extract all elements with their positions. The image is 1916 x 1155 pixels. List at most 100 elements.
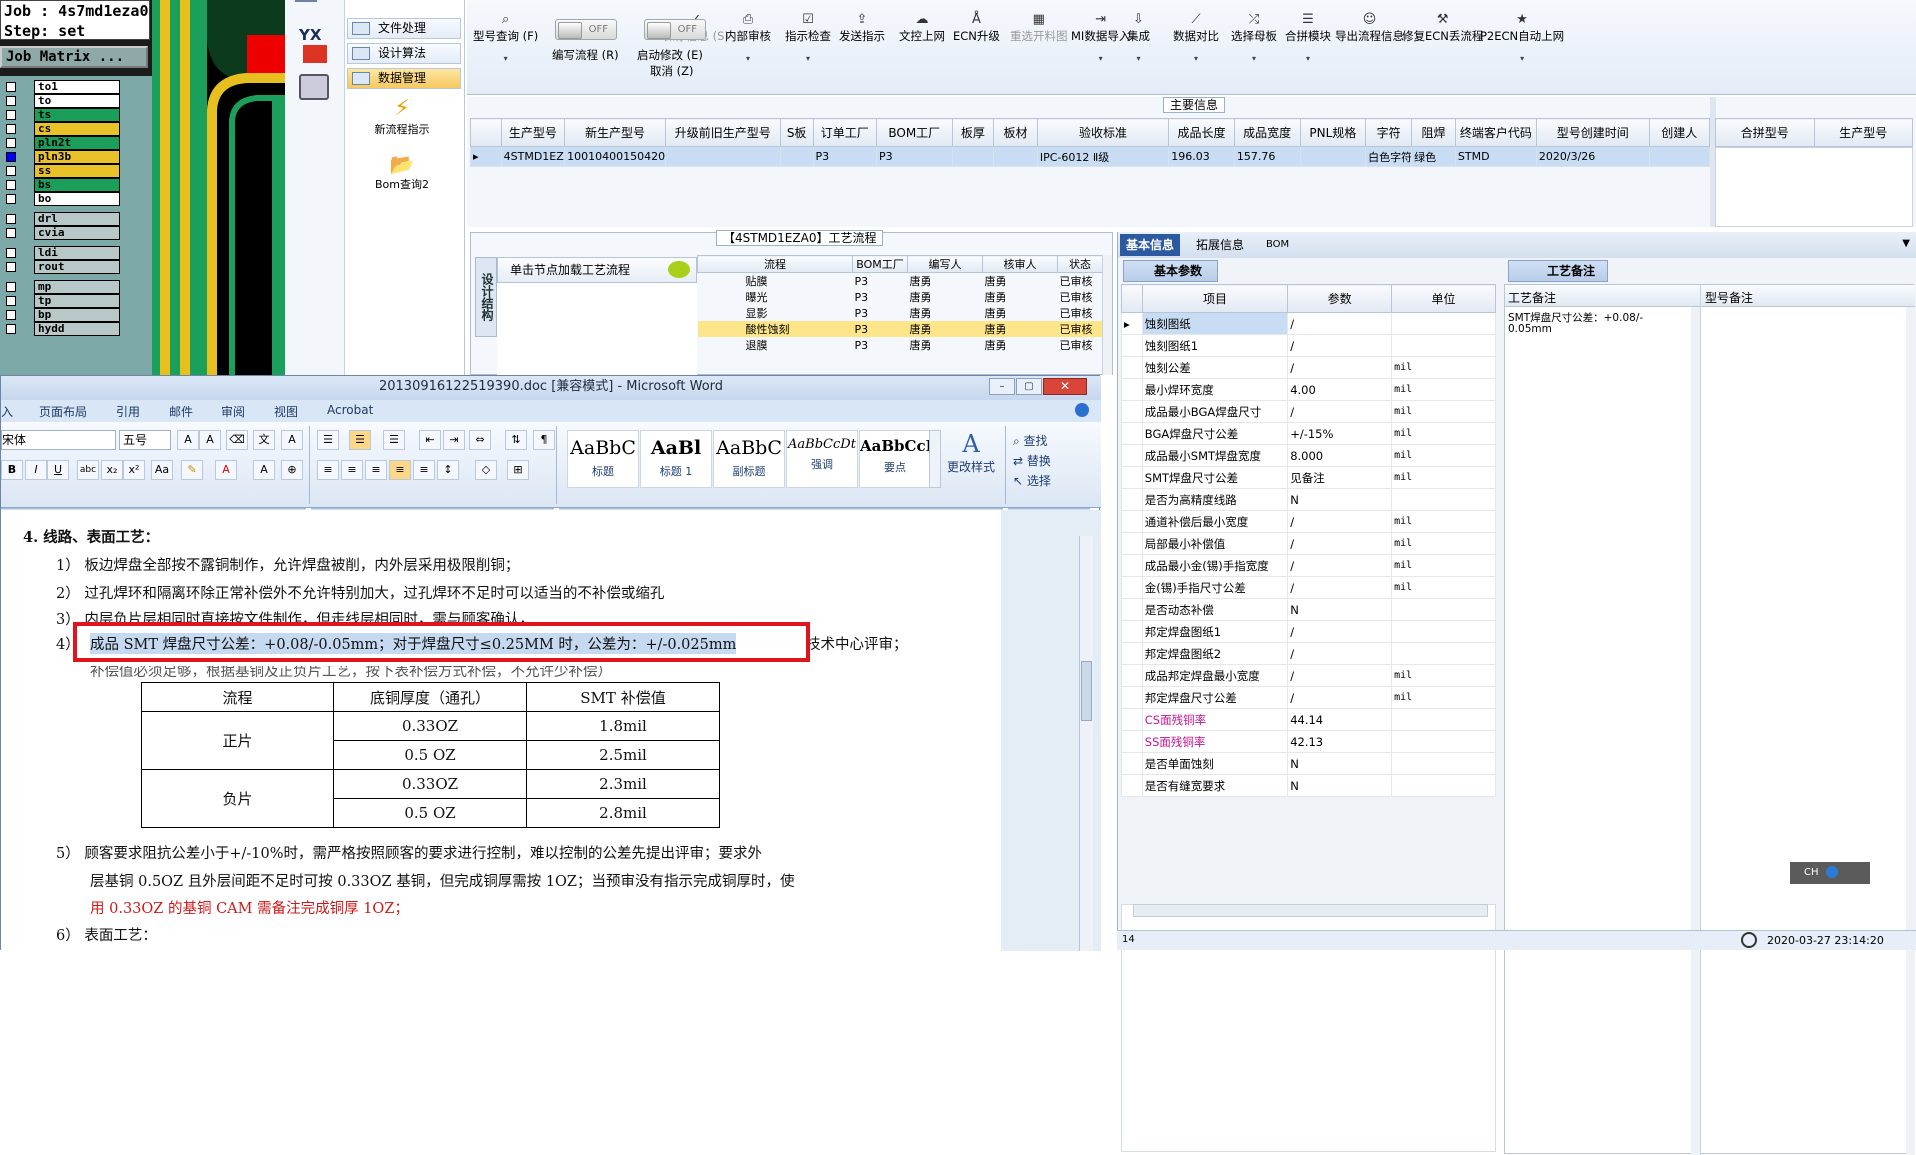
font-name-select[interactable]: 宋体 [1, 430, 116, 450]
main-info-col-header[interactable]: 型号创建时间 [1535, 118, 1650, 147]
layer-checkbox[interactable] [6, 324, 16, 334]
minimize-button[interactable]: – [989, 378, 1015, 395]
param-row[interactable]: 邦定焊盘尺寸公差 / mil [1121, 686, 1496, 709]
param-row[interactable]: 金(锡)手指尺寸公差 / mil [1121, 576, 1496, 599]
borders-icon[interactable]: ⊞ [507, 460, 529, 480]
sort-icon[interactable]: ⇅ [505, 430, 527, 450]
param-row[interactable]: 成品最小SMT焊盘宽度 8.000 mil [1121, 444, 1496, 467]
doc-scroll-thumb[interactable] [1081, 661, 1092, 721]
main-info-cell[interactable]: 10010400150420 [564, 146, 666, 167]
param-value[interactable]: / [1287, 664, 1393, 687]
layer-row[interactable]: to1 [0, 80, 152, 94]
new-flow-button[interactable]: ⚡ 新流程指示 [347, 96, 457, 137]
tab-insert[interactable]: 入 [1, 403, 13, 420]
style-preset[interactable]: AaBl 标题 1 [640, 430, 712, 488]
layer-checkbox[interactable] [6, 296, 16, 306]
distributed-align-icon[interactable]: ≡ [413, 460, 435, 480]
process-col-header[interactable]: 核审人 [982, 255, 1058, 273]
justify-icon[interactable]: ≡ [389, 460, 411, 480]
toolbar-button[interactable]: Å ECN升级 [953, 12, 1000, 44]
main-info-col-header[interactable]: 板厚 [951, 118, 995, 147]
layer-checkbox[interactable] [6, 228, 16, 238]
param-value[interactable]: N [1287, 774, 1393, 797]
chevron-down-icon[interactable]: ▼ [1902, 238, 1910, 249]
main-info-col-header[interactable]: 生产型号 [500, 118, 566, 147]
layer-checkbox[interactable] [6, 214, 16, 224]
param-row[interactable]: 成品邦定焊盘最小宽度 / mil [1121, 664, 1496, 687]
dropdown-arrow-icon[interactable]: ▾ [1285, 54, 1331, 63]
enclose-char-icon[interactable]: ⊕ [281, 460, 303, 480]
clear-format-icon[interactable]: ⌫ [226, 430, 248, 450]
main-info-col-header[interactable]: BOM工厂 [876, 118, 953, 147]
main-info-col-header[interactable]: 字符 [1365, 118, 1413, 147]
layer-row[interactable]: hydd [0, 322, 152, 336]
process-col-header[interactable]: 流程 [697, 255, 853, 273]
param-value[interactable]: N [1287, 488, 1393, 511]
main-info-cell[interactable]: 157.76 [1233, 146, 1301, 167]
layer-row[interactable]: cvia [0, 226, 152, 240]
param-value[interactable]: 44.14 [1287, 708, 1393, 731]
shrink-font-icon[interactable]: A [199, 430, 221, 450]
process-row[interactable]: 曝光 P3 唐勇 唐勇 已审核 [698, 289, 1103, 305]
layer-row[interactable]: bo [0, 192, 152, 206]
param-value[interactable]: / [1287, 356, 1393, 379]
toolbar-button[interactable]: ⌕ 型号查询 (F) ▾ [473, 12, 538, 63]
ime-bar[interactable]: CH [1790, 862, 1870, 884]
design-structure-tab[interactable]: 设计结构 [475, 257, 497, 337]
bullets-icon[interactable]: ☰ [317, 430, 339, 450]
tab-review[interactable]: 审阅 [221, 403, 245, 420]
toolbar-button[interactable]: ⇥ MI数据导入 ▾ [1071, 12, 1130, 63]
param-row[interactable]: 局部最小补偿值 / mil [1121, 532, 1496, 555]
toolbar-button[interactable]: ▦ 重选开料图 [1010, 12, 1068, 44]
tree-item-data[interactable]: 数据管理 [347, 68, 461, 89]
distribute-icon[interactable]: ⇔ [469, 430, 491, 450]
main-info-col-header[interactable]: 升级前旧生产型号 [664, 118, 781, 147]
param-row[interactable]: 蚀刻公差 / mil [1121, 356, 1496, 379]
main-info-cell[interactable] [951, 146, 995, 167]
layer-row[interactable]: to [0, 94, 152, 108]
phonetic-icon[interactable]: 文 [253, 430, 275, 450]
layer-checkbox[interactable] [6, 194, 16, 204]
layer-checkbox[interactable] [6, 152, 16, 162]
bom-query-button[interactable]: 📂 Bom查询2 [347, 152, 457, 192]
param-row[interactable]: ▸ 蚀刻图纸 / [1121, 312, 1496, 335]
tab-references[interactable]: 引用 [116, 403, 140, 420]
param-hscrollbar[interactable] [1133, 904, 1488, 917]
style-preset[interactable]: AaBbCcDt 强调 [786, 430, 858, 488]
main-info-col-header[interactable]: 终端客户代码 [1454, 118, 1537, 147]
multilevel-list-icon[interactable]: ☰ [383, 430, 405, 450]
main-info-cell[interactable]: 2020/3/26 [1535, 146, 1650, 167]
process-row[interactable]: 酸性蚀刻 P3 唐勇 唐勇 已审核 [697, 321, 1103, 337]
tab-process-notes[interactable]: 工艺备注 [1508, 260, 1608, 282]
main-info-col-header[interactable]: 订单工厂 [812, 118, 878, 147]
param-value[interactable]: / [1287, 334, 1393, 357]
layer-row[interactable]: bs [0, 178, 152, 192]
replace-button[interactable]: ⇄ 替换 [1013, 452, 1051, 469]
close-button[interactable]: ✕ [1043, 378, 1087, 395]
layer-checkbox[interactable] [6, 282, 16, 292]
toolbar-button[interactable]: ☑ 指示检查 ▾ [785, 12, 831, 63]
style-preset[interactable]: AaBbCcD 要点 [859, 430, 931, 488]
bold-icon[interactable]: B [1, 460, 23, 480]
param-value[interactable]: / [1287, 312, 1393, 335]
param-value[interactable]: / [1287, 642, 1393, 665]
layer-checkbox[interactable] [6, 248, 16, 258]
layer-row[interactable]: rout [0, 260, 152, 274]
layer-row[interactable]: ts [0, 108, 152, 122]
toolbar-button[interactable]: ⎙ 内部审核 ▾ [725, 12, 771, 63]
main-info-col-header[interactable]: 板材 [993, 118, 1038, 147]
param-value[interactable]: 42.13 [1287, 730, 1393, 753]
model-notes-scrollbar[interactable] [1906, 307, 1915, 1155]
param-row[interactable]: 通道补偿后最小宽度 / mil [1121, 510, 1496, 533]
main-info-cell[interactable] [1648, 146, 1711, 167]
layer-checkbox[interactable] [6, 262, 16, 272]
main-info-row[interactable]: ▸4STMD1EZA010010400150420 P3P3 IPC-6012 Ⅱ级… [470, 146, 1711, 167]
dropdown-arrow-icon[interactable]: ▾ [1173, 54, 1219, 63]
param-row[interactable]: 成品最小金(锡)手指宽度 / mil [1121, 554, 1496, 577]
find-button[interactable]: ⌕ 查找 [1013, 432, 1048, 449]
italic-icon[interactable]: I [25, 460, 47, 480]
char-border-icon[interactable]: A [281, 430, 303, 450]
param-value[interactable]: N [1287, 752, 1393, 775]
numbering-icon[interactable]: ☰ [349, 430, 371, 450]
dropdown-arrow-icon[interactable]: ▾ [1231, 54, 1277, 63]
